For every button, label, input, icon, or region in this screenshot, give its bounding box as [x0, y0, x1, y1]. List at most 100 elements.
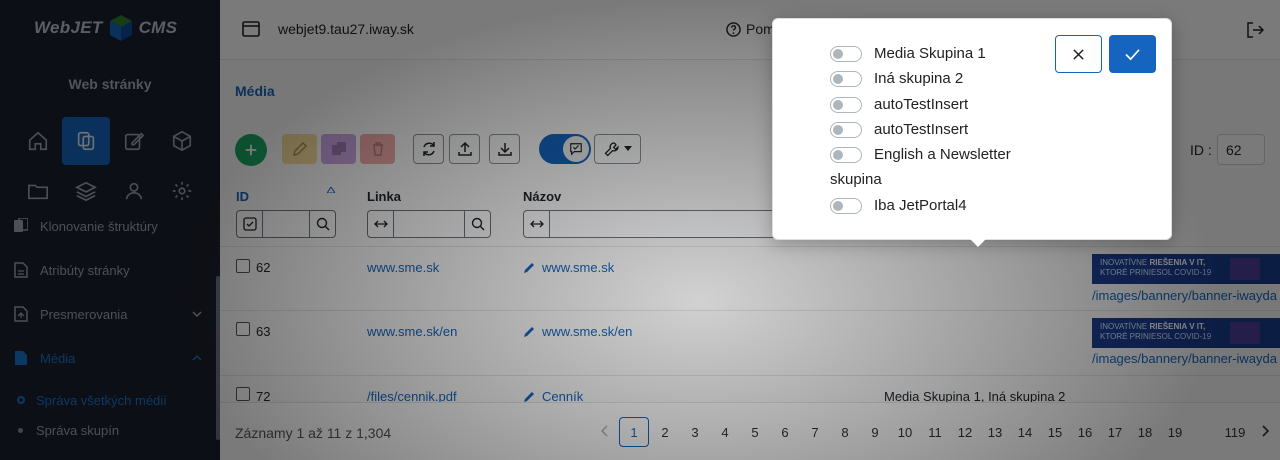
logo-text-right: CMS [138, 18, 178, 37]
delete-button[interactable] [360, 134, 395, 164]
sidebar-subitem-all-media[interactable]: Správa všetkých médií [17, 390, 167, 410]
sidebar-subitem-groups[interactable]: Správa skupín [18, 420, 119, 440]
group-option[interactable]: autoTestInsert [830, 96, 968, 113]
row-name-edit[interactable]: www.sme.sk [523, 260, 614, 275]
group-switch[interactable] [830, 121, 862, 138]
edit-icon[interactable] [110, 117, 158, 165]
column-header-name[interactable]: Názov [523, 189, 561, 204]
column-header-id[interactable]: ID [236, 189, 249, 204]
page-3[interactable]: 3 [682, 417, 708, 447]
column-header-link[interactable]: Linka [367, 189, 401, 204]
row-image-path[interactable]: /images/bannery/banner-iwayda [1092, 288, 1277, 303]
export-button[interactable] [489, 134, 520, 164]
page-9[interactable]: 9 [862, 417, 888, 447]
page-2[interactable]: 2 [652, 417, 678, 447]
page-19[interactable]: 19 [1162, 417, 1188, 447]
group-option-label: autoTestInsert [874, 121, 969, 138]
page-5[interactable]: 5 [742, 417, 768, 447]
window-icon[interactable] [242, 20, 260, 38]
help-link[interactable]: Pom [726, 21, 775, 37]
row-checkbox[interactable] [236, 387, 250, 401]
duplicate-button[interactable] [321, 134, 356, 164]
page-title: Média [235, 83, 275, 99]
banner-graphic [1230, 258, 1260, 280]
link-filter-search-button[interactable] [464, 211, 490, 237]
select-all-checkbox[interactable] [237, 211, 263, 237]
next-page-icon[interactable] [1260, 425, 1270, 437]
group-option[interactable]: English a Newsletter [830, 146, 1011, 163]
group-option[interactable]: autoTestInsert [830, 121, 968, 138]
popover-arrow [970, 239, 986, 247]
banner-text-bold: RIEŠENIA V IT, [1149, 258, 1206, 267]
sidebar-item-redirects[interactable]: Presmerovania [0, 302, 216, 326]
sidebar-item-attributes[interactable]: Atribúty stránky [0, 258, 216, 282]
sort-asc-icon[interactable] [327, 187, 335, 193]
reload-button[interactable] [413, 134, 444, 164]
row-link[interactable]: www.sme.sk/en [367, 324, 457, 339]
confirm-button[interactable] [1109, 35, 1156, 73]
group-switch[interactable] [830, 45, 862, 62]
page-6[interactable]: 6 [772, 417, 798, 447]
edit-button[interactable] [282, 134, 317, 164]
group-option[interactable]: Iba JetPortal4 [830, 197, 967, 214]
group-option[interactable]: Media Skupina 1 [830, 45, 986, 62]
sidebar-item-media[interactable]: Média [0, 346, 216, 370]
row-name: www.sme.sk/en [542, 324, 633, 339]
layers-icon[interactable] [62, 167, 110, 215]
settings-dropdown-button[interactable] [594, 134, 641, 164]
cube-icon[interactable] [158, 117, 206, 165]
row-link[interactable]: www.sme.sk [367, 260, 439, 275]
group-option-label-cont: skupina [830, 171, 882, 188]
prev-page-icon[interactable] [600, 425, 610, 437]
import-button[interactable] [449, 134, 480, 164]
link-filter-mode-button[interactable] [368, 211, 394, 237]
logo-cube-icon [109, 15, 132, 41]
page-12[interactable]: 12 [952, 417, 978, 447]
user-icon[interactable] [110, 167, 158, 215]
banner-text-sub: KTORÉ PRINIESOL COVID-19 [1100, 268, 1212, 277]
copy-icon[interactable] [62, 117, 110, 165]
group-option[interactable]: Iná skupina 2 [830, 70, 963, 87]
name-filter-mode-button[interactable] [524, 211, 550, 237]
group-switch[interactable] [830, 96, 862, 113]
id-filter-input[interactable] [263, 211, 309, 237]
page-16[interactable]: 16 [1072, 417, 1098, 447]
logout-icon[interactable] [1246, 21, 1264, 39]
page-13[interactable]: 13 [982, 417, 1008, 447]
row-checkbox[interactable] [236, 322, 250, 336]
row-divider [220, 375, 1280, 376]
group-switch[interactable] [830, 197, 862, 214]
group-switch[interactable] [830, 146, 862, 163]
home-icon[interactable] [14, 117, 62, 165]
sidebar-item-clone[interactable]: Klonovanie štruktúry [0, 214, 216, 238]
row-checkbox[interactable] [236, 259, 250, 273]
page-15[interactable]: 15 [1042, 417, 1068, 447]
cancel-button[interactable] [1055, 35, 1102, 73]
page-14[interactable]: 14 [1012, 417, 1038, 447]
view-toggle[interactable] [539, 134, 591, 164]
page-17[interactable]: 17 [1102, 417, 1128, 447]
pencil-icon [524, 327, 534, 337]
page-18[interactable]: 18 [1132, 417, 1158, 447]
link-filter-input[interactable] [394, 211, 464, 237]
page-7[interactable]: 7 [802, 417, 828, 447]
page-11[interactable]: 11 [922, 417, 948, 447]
folder-icon[interactable] [14, 167, 62, 215]
row-name-edit[interactable]: www.sme.sk/en [523, 324, 632, 339]
gear-icon[interactable] [158, 167, 206, 215]
page-10[interactable]: 10 [892, 417, 918, 447]
page-last[interactable]: 119 [1220, 417, 1250, 447]
id-filter-search-button[interactable] [309, 211, 335, 237]
wrench-icon [604, 142, 619, 157]
logo-text-left: WebJET [34, 18, 103, 37]
page-1[interactable]: 1 [619, 417, 649, 447]
chevron-up-icon [192, 354, 202, 361]
group-switch[interactable] [830, 70, 862, 87]
row-image-path[interactable]: /images/bannery/banner-iwayda [1092, 351, 1277, 366]
add-button[interactable] [235, 134, 267, 166]
id-jump-input[interactable]: 62 [1217, 134, 1265, 165]
domain-selector[interactable]: webjet9.tau27.iway.sk [278, 21, 414, 37]
page-4[interactable]: 4 [712, 417, 738, 447]
page-8[interactable]: 8 [832, 417, 858, 447]
name-filter-input[interactable] [550, 211, 782, 237]
